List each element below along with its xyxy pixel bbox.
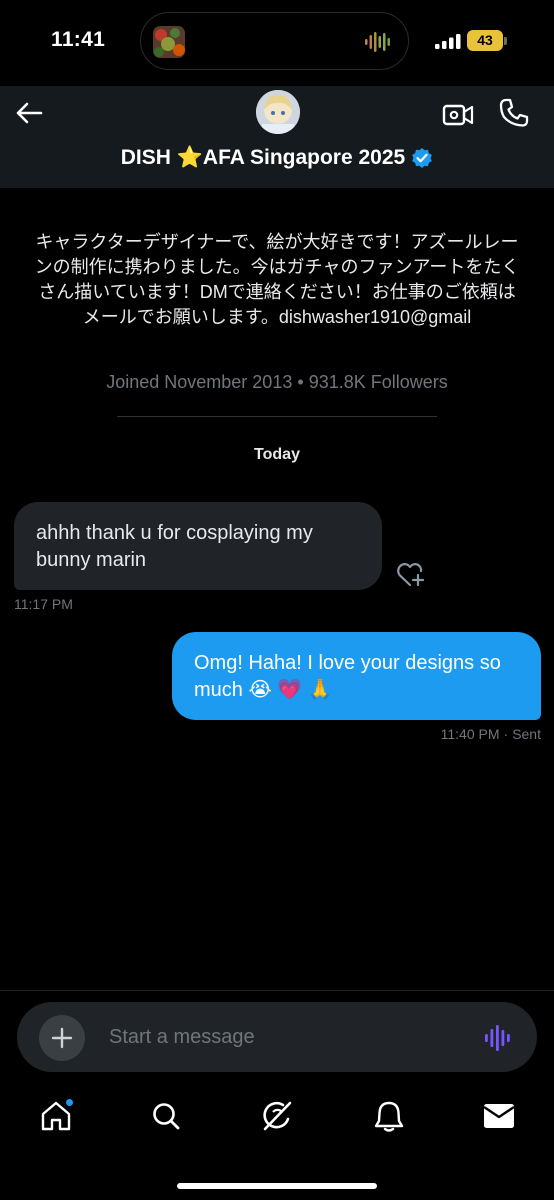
home-icon[interactable] — [38, 1098, 74, 1134]
composer-divider — [0, 990, 554, 991]
dynamic-island[interactable] — [140, 12, 409, 70]
followers-count[interactable]: 931.8K Followers — [309, 372, 448, 392]
home-indicator[interactable] — [177, 1183, 377, 1189]
search-icon[interactable] — [148, 1098, 184, 1134]
profile-bio: キャラクターデザイナーで、絵が大好きです！アズールレーンの制作に携わりました。今… — [34, 232, 520, 327]
back-arrow-icon[interactable] — [12, 96, 46, 130]
status-bar: 11:41 43 — [0, 0, 554, 86]
message-timestamp: 11:40 PM — [440, 726, 500, 742]
messages-icon[interactable] — [481, 1098, 517, 1134]
message-status: 11:40 PM · Sent — [441, 726, 541, 742]
contact-name-row[interactable]: DISH ⭐AFA Singapore 2025 — [0, 146, 554, 170]
avatar[interactable] — [256, 90, 300, 134]
notification-dot — [65, 1098, 74, 1107]
battery-icon: 43 — [467, 30, 503, 51]
message-input[interactable] — [109, 1022, 449, 1052]
contact-name: DISH ⭐AFA Singapore 2025 — [120, 146, 406, 169]
message-composer — [17, 1002, 537, 1072]
sent-status: Sent — [512, 726, 541, 742]
heart-plus-icon[interactable] — [395, 558, 427, 590]
section-divider — [117, 416, 437, 417]
grok-icon[interactable] — [259, 1098, 295, 1134]
incoming-message-bubble[interactable]: ahhh thank u for cosplaying my bunny mar… — [14, 502, 382, 590]
phone-call-icon[interactable] — [498, 97, 530, 129]
outgoing-message-bubble[interactable]: Omg! Haha! I love your designs so much 😭… — [172, 632, 541, 720]
now-playing-artwork — [153, 26, 185, 58]
date-separator: Today — [254, 446, 300, 463]
message-timestamp: 11:17 PM — [14, 596, 73, 612]
status-time: 11:41 — [51, 28, 106, 51]
signal-icon — [435, 34, 461, 54]
joined-date: Joined November 2013 — [106, 372, 293, 392]
profile-meta: Joined November 2013 • 931.8K Followers — [0, 372, 554, 393]
conversation-header: DISH ⭐AFA Singapore 2025 — [0, 86, 554, 188]
meta-separator: • — [297, 372, 304, 392]
voice-wave-icon[interactable] — [482, 1022, 514, 1054]
video-call-icon[interactable] — [441, 100, 475, 130]
notifications-icon[interactable] — [371, 1098, 407, 1134]
verified-badge-icon — [411, 147, 433, 169]
battery-tip — [504, 37, 507, 45]
plus-icon[interactable] — [39, 1015, 85, 1061]
audio-wave-icon — [364, 30, 390, 59]
status-separator: · — [503, 726, 509, 742]
